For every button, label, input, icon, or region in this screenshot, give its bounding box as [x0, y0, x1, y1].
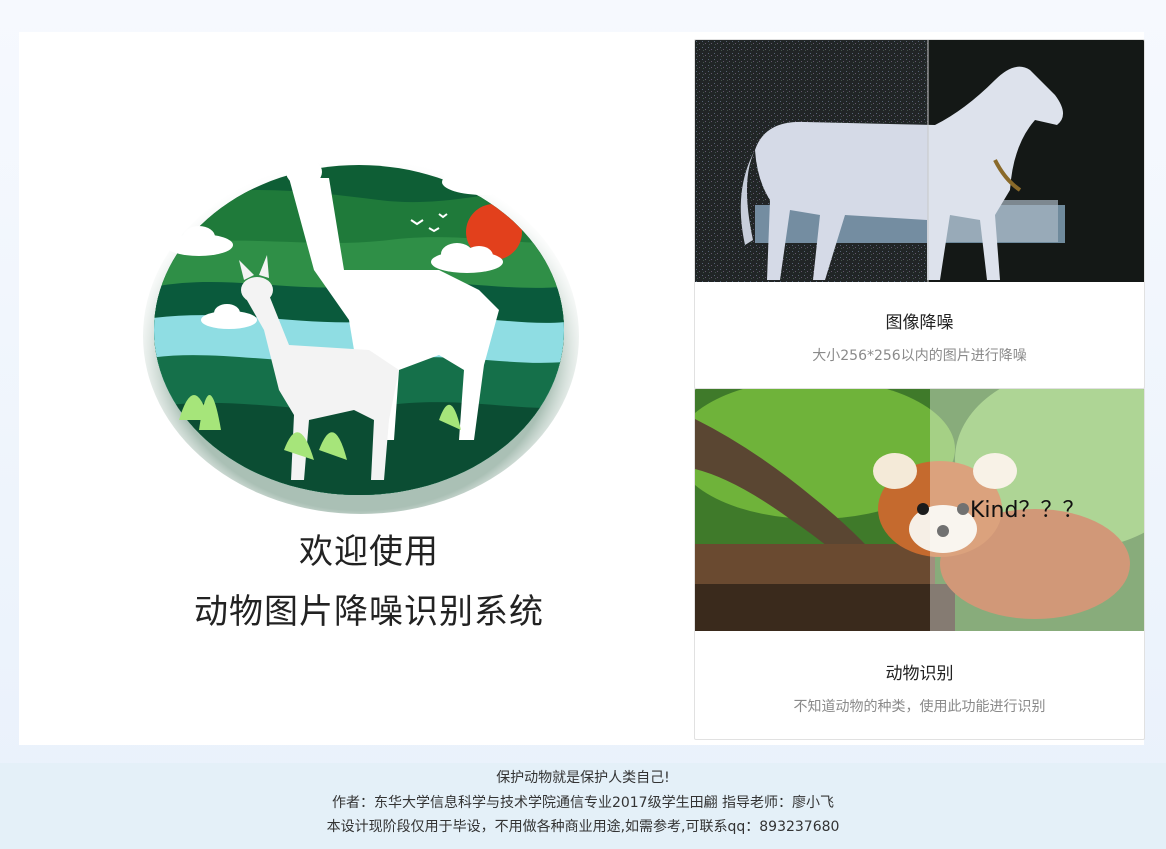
main-panel: 欢迎使用 动物图片降噪识别系统 图像降噪 大小256*256以内的图片进行降噪 …: [19, 32, 1145, 745]
card-title-denoise: 图像降噪: [885, 313, 954, 333]
footer: 保护动物就是保护人类自己! 作者：东华大学信息科学与技术学院通信专业2017级学…: [0, 763, 1166, 849]
card-image-denoise[interactable]: 图像降噪 大小256*256以内的图片进行降噪: [694, 39, 1145, 389]
card-animal-recognition[interactable]: Kind？？？ 动物识别 不知道动物的种类，使用此功能进行识别: [694, 388, 1145, 740]
footer-notice: 本设计现阶段仅用于毕设，不用做各种商业用途,如需参考,可联系qq：8932376…: [326, 819, 840, 835]
deer-logo: [139, 120, 579, 520]
card-desc-recognition: 不知道动物的种类，使用此功能进行识别: [793, 699, 1046, 715]
footer-author: 作者：东华大学信息科学与技术学院通信专业2017级学生田翩 指导老师：廖小飞: [331, 795, 835, 811]
footer-slogan: 保护动物就是保护人类自己!: [496, 770, 670, 786]
welcome-title: 欢迎使用: [299, 532, 439, 572]
kind-overlay-text: Kind？？？: [970, 498, 1084, 523]
horse-denoise-image: [695, 40, 1144, 282]
system-title: 动物图片降噪识别系统: [194, 592, 544, 632]
red-panda-image: Kind？？？: [695, 389, 1144, 631]
card-desc-denoise: 大小256*256以内的图片进行降噪: [812, 348, 1027, 364]
welcome-hero: 欢迎使用 动物图片降噪识别系统: [19, 32, 694, 745]
card-title-recognition: 动物识别: [885, 664, 954, 684]
